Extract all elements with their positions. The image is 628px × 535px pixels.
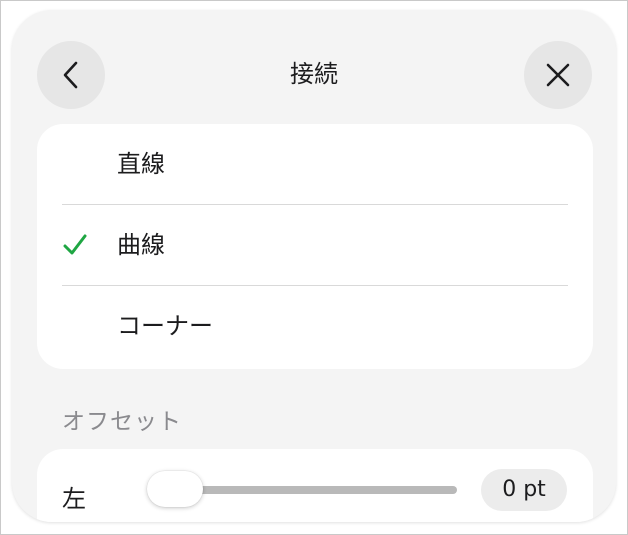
connection-popover: 接続 直線 曲線 コーナー オフセット 左 0 pt [12,10,616,522]
close-icon [546,63,570,87]
screenshot-frame: 接続 直線 曲線 コーナー オフセット 左 0 pt [0,0,628,535]
offset-section-header: オフセット [62,409,182,435]
checkmark-icon [61,231,89,263]
option-corner[interactable]: コーナー [37,286,593,367]
close-button[interactable] [524,41,592,109]
offset-value-field[interactable]: 0 pt [481,469,567,511]
option-straight[interactable]: 直線 [37,124,593,205]
option-label: コーナー [117,312,213,340]
connection-type-list: 直線 曲線 コーナー [37,124,593,369]
option-label: 曲線 [117,231,165,259]
offset-slider-card: 左 0 pt [37,449,593,522]
option-curved[interactable]: 曲線 [37,205,593,286]
option-label: 直線 [117,150,165,178]
offset-slider-thumb[interactable] [147,471,203,507]
offset-left-label: 左 [62,485,86,513]
